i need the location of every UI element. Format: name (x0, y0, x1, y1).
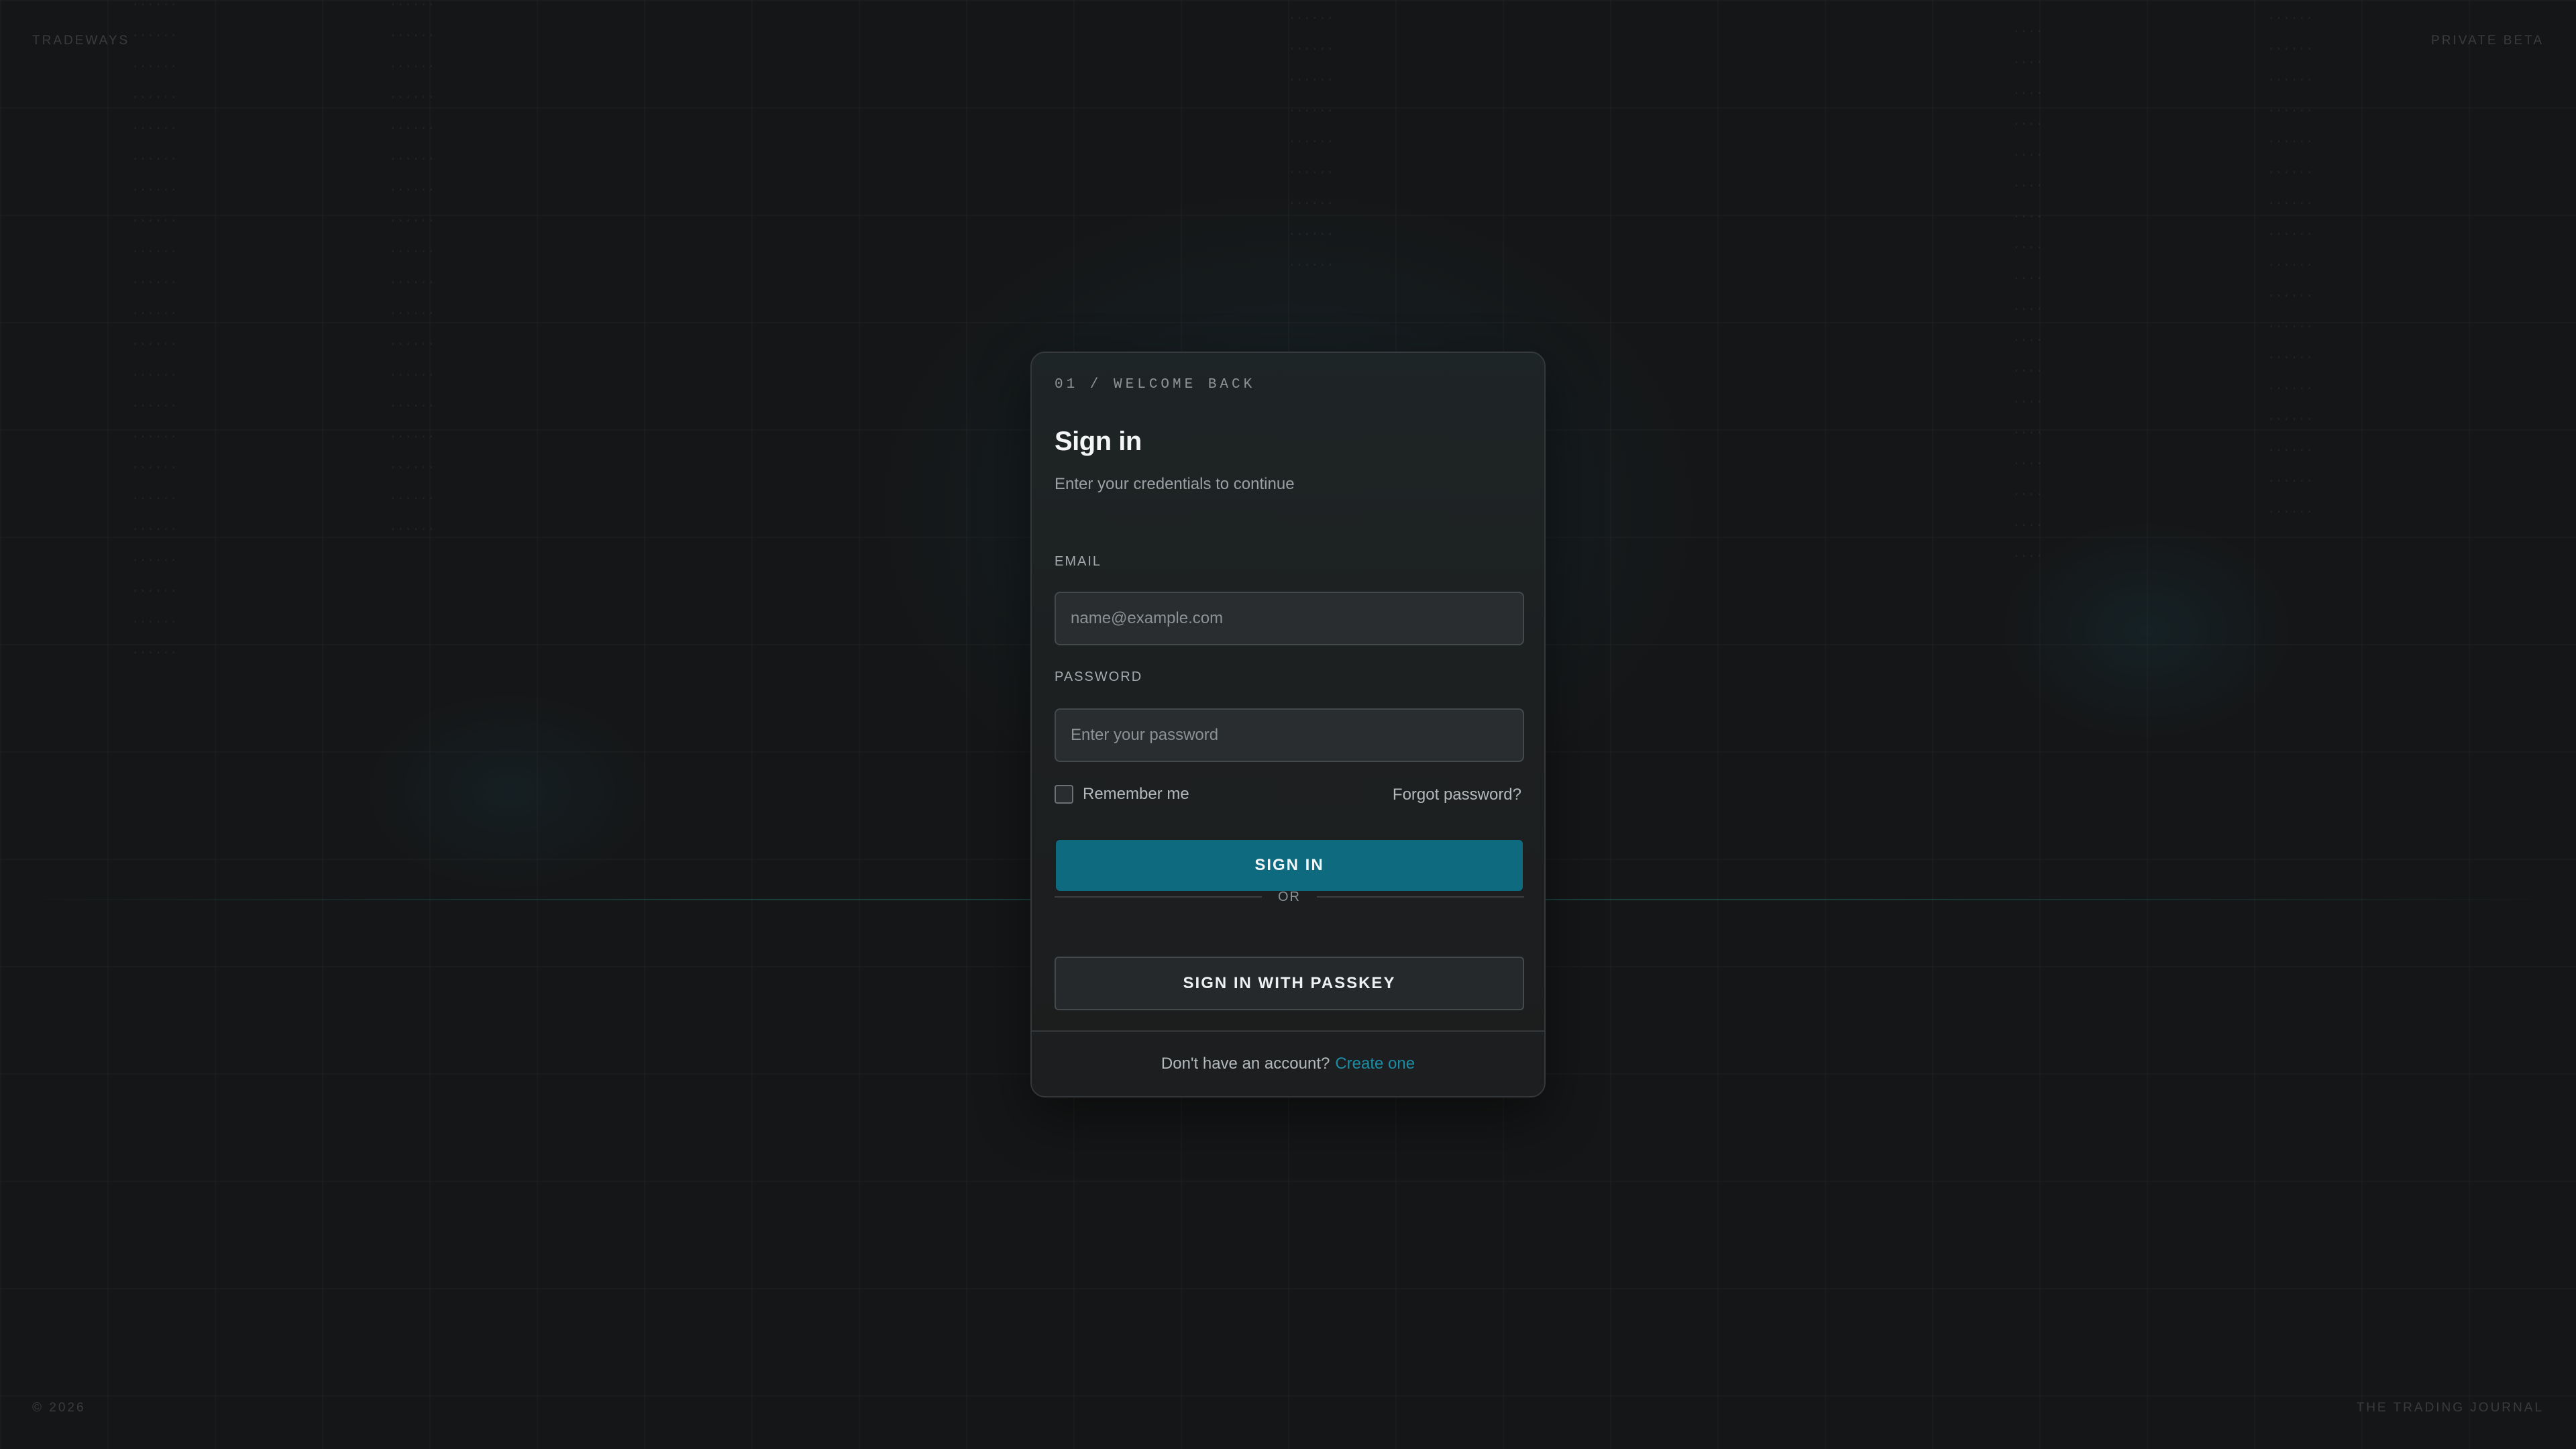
email-label: EMAIL (1055, 554, 1102, 569)
background-ticker-column: ········································… (2267, 11, 2314, 519)
sign-in-button[interactable]: SIGN IN (1056, 840, 1523, 891)
email-field[interactable] (1055, 592, 1524, 645)
remember-me-checkbox[interactable] (1055, 785, 1073, 804)
passkey-sign-in-button[interactable]: SIGN IN WITH PASSKEY (1055, 957, 1524, 1010)
remember-me-label: Remember me (1083, 785, 1189, 803)
or-divider: OR (1055, 887, 1524, 907)
password-label: PASSWORD (1055, 669, 1143, 684)
signin-card: 01 / WELCOME BACK Sign in Enter your cre… (1030, 352, 1546, 1097)
page-subtitle: Enter your credentials to continue (1055, 475, 1295, 493)
divider-rule (1317, 896, 1524, 898)
background-ticker-column: ········································… (389, 0, 435, 537)
tagline: THE TRADING JOURNAL (2356, 1401, 2544, 1415)
background-ticker-column: ········································… (2012, 24, 2043, 564)
create-account-link[interactable]: Create one (1335, 1055, 1415, 1073)
copyright: © 2026 (32, 1401, 86, 1415)
password-field[interactable] (1055, 708, 1524, 762)
brand-name: TRADEWAYS (32, 34, 130, 48)
remember-me-toggle[interactable]: Remember me (1055, 784, 1189, 805)
divider-rule (1055, 896, 1262, 898)
beta-badge: PRIVATE BETA (2431, 34, 2544, 48)
page-title: Sign in (1055, 427, 1142, 456)
step-eyebrow: 01 / WELCOME BACK (1055, 377, 1256, 392)
background-ticker-column: ········································… (131, 0, 178, 660)
card-footer: Don't have an account? Create one (1032, 1030, 1544, 1096)
divider-label: OR (1278, 889, 1301, 904)
no-account-text: Don't have an account? (1161, 1055, 1330, 1073)
background-ticker-column: ········································… (1288, 11, 1334, 272)
forgot-password-link[interactable]: Forgot password? (1393, 786, 1521, 804)
